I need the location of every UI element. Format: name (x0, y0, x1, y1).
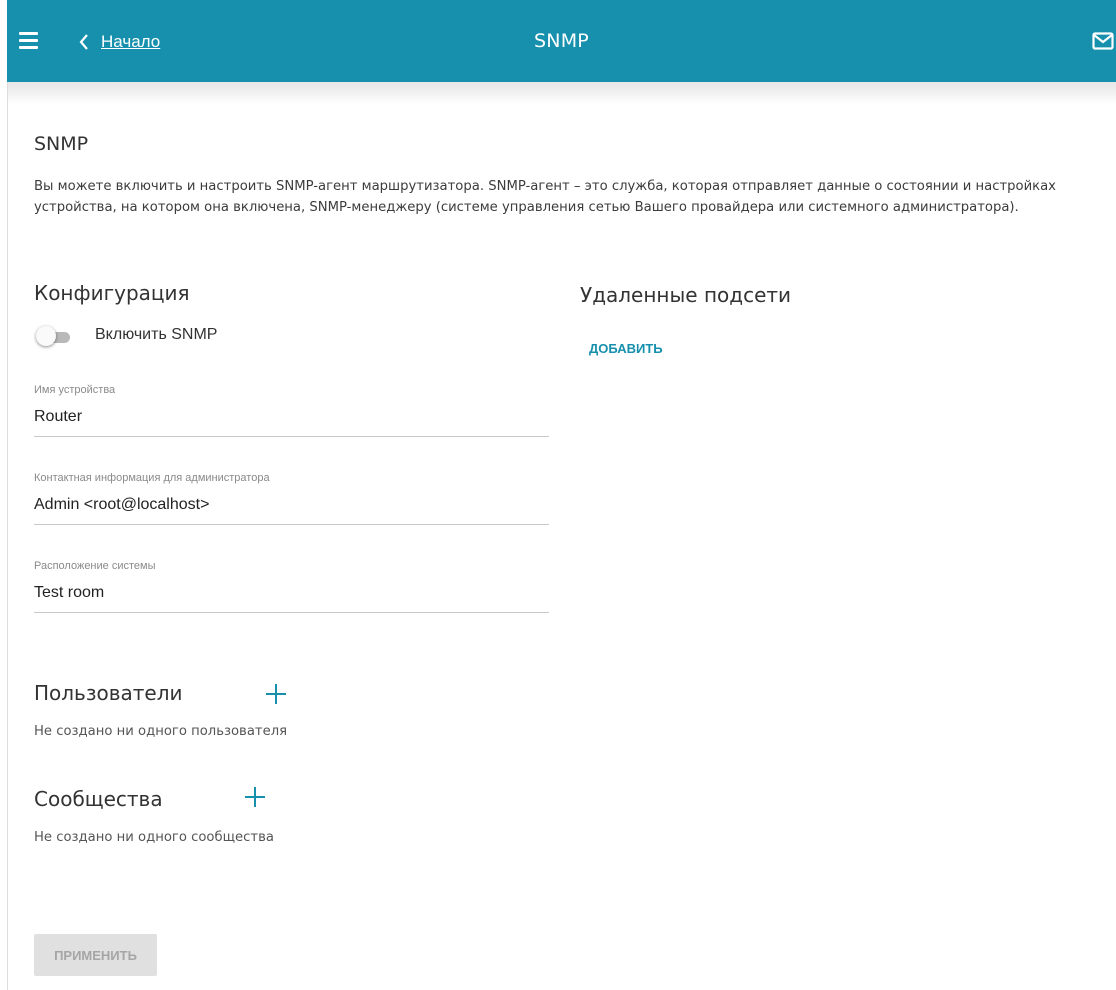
device-name-field: Имя устройства (34, 384, 549, 437)
top-bar: Начало SNMP (7, 0, 1116, 82)
page-title: SNMP (34, 133, 89, 155)
system-location-label: Расположение системы (34, 560, 156, 572)
system-location-field: Расположение системы (34, 560, 549, 613)
config-section-title: Конфигурация (34, 281, 190, 305)
system-location-input[interactable] (34, 576, 549, 613)
apply-button[interactable]: ПРИМЕНИТЬ (34, 934, 157, 976)
enable-snmp-label: Включить SNMP (95, 326, 218, 343)
device-name-label: Имя устройства (34, 384, 116, 396)
mail-icon[interactable] (1092, 32, 1114, 54)
admin-contact-field: Контактная информация для администратора (34, 472, 549, 525)
add-user-plus-icon[interactable] (265, 683, 287, 705)
admin-contact-label: Контактная информация для администратора (34, 472, 270, 484)
device-name-input[interactable] (34, 400, 549, 437)
header-shadow (8, 82, 1116, 104)
add-subnet-button[interactable]: ДОБАВИТЬ (589, 341, 663, 356)
admin-contact-input[interactable] (34, 488, 549, 525)
communities-empty-note: Не создано ни одного сообщества (34, 830, 274, 845)
page-description: Вы можете включить и настроить SNMP-аген… (34, 179, 1056, 215)
left-border (7, 82, 8, 990)
communities-section-title: Сообщества (34, 787, 163, 811)
enable-snmp-toggle[interactable] (36, 326, 72, 348)
header-title: SNMP (534, 30, 589, 52)
remote-subnets-title: Удаленные подсети (580, 283, 792, 307)
users-empty-note: Не создано ни одного пользователя (34, 724, 288, 739)
users-section-title: Пользователи (34, 681, 183, 705)
add-community-plus-icon[interactable] (244, 786, 266, 808)
